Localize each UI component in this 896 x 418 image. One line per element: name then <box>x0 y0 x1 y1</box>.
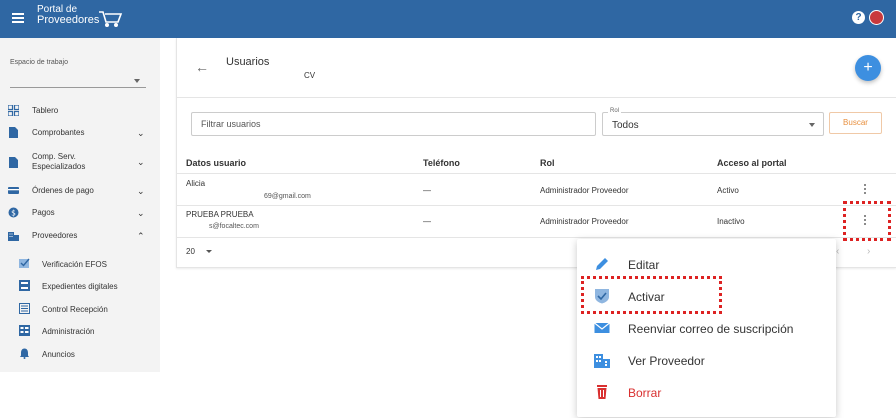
sidebar-subitem-anuncios[interactable]: Anuncios <box>0 345 160 363</box>
table-row[interactable]: PRUEBA PRUEBA s@focaltec.com — Administr… <box>176 206 896 238</box>
trash-icon <box>597 385 607 399</box>
sidebar-subitem-verificacion-efos[interactable]: Verificación EFOS <box>0 255 160 273</box>
language-icon[interactable] <box>869 10 884 25</box>
chevron-down-icon: ⌄ <box>137 208 145 218</box>
user-phone: — <box>423 186 431 195</box>
help-icon[interactable]: ? <box>852 11 865 24</box>
list-icon <box>19 303 30 314</box>
menu-item-ver-proveedor[interactable]: Ver Proveedor <box>577 345 836 375</box>
dashboard-icon <box>8 105 19 116</box>
sidebar-item-proveedores[interactable]: Proveedores ⌃ <box>0 226 160 246</box>
mail-icon <box>594 322 610 333</box>
sidebar-item-label: Proveedores <box>32 231 78 240</box>
building-icon <box>8 232 19 241</box>
menu-item-label: Editar <box>628 258 660 272</box>
menu-icon[interactable] <box>12 13 24 23</box>
user-access: Inactivo <box>717 217 745 226</box>
table-header: Datos usuario Teléfono Rol Acceso al por… <box>176 152 896 174</box>
add-user-button[interactable]: + <box>855 55 881 81</box>
sidebar-item-comp-serv[interactable]: Comp. Serv. Especializados ⌄ <box>0 150 160 176</box>
column-header[interactable]: Acceso al portal <box>717 158 787 168</box>
divider <box>176 97 896 98</box>
verify-icon <box>19 258 30 268</box>
sidebar-subitem-label: Anuncios <box>42 350 75 359</box>
sidebar-subitem-administracion[interactable]: Administración <box>0 322 160 340</box>
cart-logo-icon <box>99 11 123 27</box>
caret-down-icon <box>809 123 815 127</box>
row-actions-icon[interactable] <box>861 184 869 198</box>
row-context-menu: Editar Activar Reenviar correo de suscri… <box>577 239 836 417</box>
highlight-box <box>843 201 891 241</box>
sidebar-item-label: Órdenes de pago <box>32 186 94 195</box>
folder-icon <box>19 280 30 291</box>
workspace-label: Espacio de trabajo <box>10 59 68 66</box>
user-role: Administrador Proveedor <box>540 217 629 226</box>
sidebar-subitem-label: Verificación EFOS <box>42 260 107 269</box>
chevron-down-icon: ⌄ <box>137 186 145 196</box>
sidebar-item-label: Tablero <box>32 106 59 115</box>
sidebar-item-pagos[interactable]: $ Pagos ⌄ <box>0 203 160 223</box>
search-button[interactable]: Buscar <box>829 112 882 134</box>
sidebar-item-tablero[interactable]: Tablero <box>0 101 160 121</box>
sidebar-subitem-label: Control Recepción <box>42 305 108 314</box>
sidebar-item-ordenes-pago[interactable]: Órdenes de pago ⌄ <box>0 181 160 201</box>
svg-text:$: $ <box>11 208 16 217</box>
dollar-icon: $ <box>8 207 19 218</box>
card-icon <box>8 187 19 194</box>
user-name: PRUEBA PRUEBA <box>186 210 254 219</box>
user-access: Activo <box>717 186 739 195</box>
chevron-down-icon: ⌄ <box>137 157 145 167</box>
sidebar-subitem-label: Expedientes digitales <box>42 282 118 291</box>
sidebar-item-comprobantes[interactable]: Comprobantes ⌄ <box>0 123 160 143</box>
sidebar-subitem-control-recepcion[interactable]: Control Recepción <box>0 300 160 318</box>
menu-item-borrar[interactable]: Borrar <box>577 377 836 407</box>
menu-item-label: Ver Proveedor <box>628 354 705 368</box>
sidebar-item-label: Comp. Serv. Especializados <box>32 152 86 171</box>
caret-down-icon <box>134 79 140 83</box>
menu-item-reenviar-correo[interactable]: Reenviar correo de suscripción <box>577 313 836 343</box>
user-name: Alicia <box>186 179 206 188</box>
sidebar-item-label: Comprobantes <box>32 128 85 137</box>
role-select-label: Rol <box>608 108 622 114</box>
back-arrow-icon[interactable]: ← <box>195 59 209 75</box>
user-role: Administrador Proveedor <box>540 186 629 195</box>
table-icon <box>19 325 30 336</box>
filter-users-field[interactable] <box>191 112 596 136</box>
user-phone: — <box>423 217 431 226</box>
logo-line2: Proveedores <box>37 14 100 26</box>
role-select-value: Todos <box>612 120 639 131</box>
pencil-icon <box>596 258 608 270</box>
column-header[interactable]: Datos usuario <box>186 158 246 168</box>
bell-icon <box>20 348 29 359</box>
role-select[interactable]: Todos <box>602 112 824 136</box>
highlight-box <box>581 276 722 314</box>
document-icon <box>9 157 18 168</box>
menu-item-label: Reenviar correo de suscripción <box>628 322 794 336</box>
logo[interactable]: Portal de Proveedores <box>37 5 100 26</box>
menu-item-editar[interactable]: Editar <box>577 249 836 279</box>
table-row[interactable]: Alicia 69@gmail.com — Administrador Prov… <box>176 174 896 206</box>
chevron-up-icon: ⌃ <box>137 231 145 241</box>
sidebar-subitem-expedientes[interactable]: Expedientes digitales <box>0 277 160 295</box>
filter-users-input[interactable] <box>192 113 595 135</box>
user-email: 69@gmail.com <box>264 193 311 200</box>
top-bar: Portal de Proveedores ? <box>0 0 896 38</box>
sidebar-item-label: Pagos <box>32 208 55 217</box>
column-header[interactable]: Rol <box>540 158 555 168</box>
caret-down-icon <box>206 250 212 253</box>
user-email: s@focaltec.com <box>209 223 259 230</box>
prev-page-icon[interactable]: ‹ <box>836 246 839 257</box>
building-icon <box>594 354 610 368</box>
page-size-select[interactable]: 20 <box>186 247 195 256</box>
sidebar-subitem-label: Administración <box>42 327 95 336</box>
page-subtitle: CV <box>304 71 316 80</box>
chevron-down-icon: ⌄ <box>137 128 145 138</box>
document-icon <box>9 127 18 138</box>
workspace-select[interactable] <box>10 74 146 88</box>
menu-item-label: Borrar <box>628 386 662 400</box>
column-header[interactable]: Teléfono <box>423 158 460 168</box>
next-page-icon[interactable]: › <box>867 246 870 257</box>
page-title: Usuarios <box>226 56 270 68</box>
